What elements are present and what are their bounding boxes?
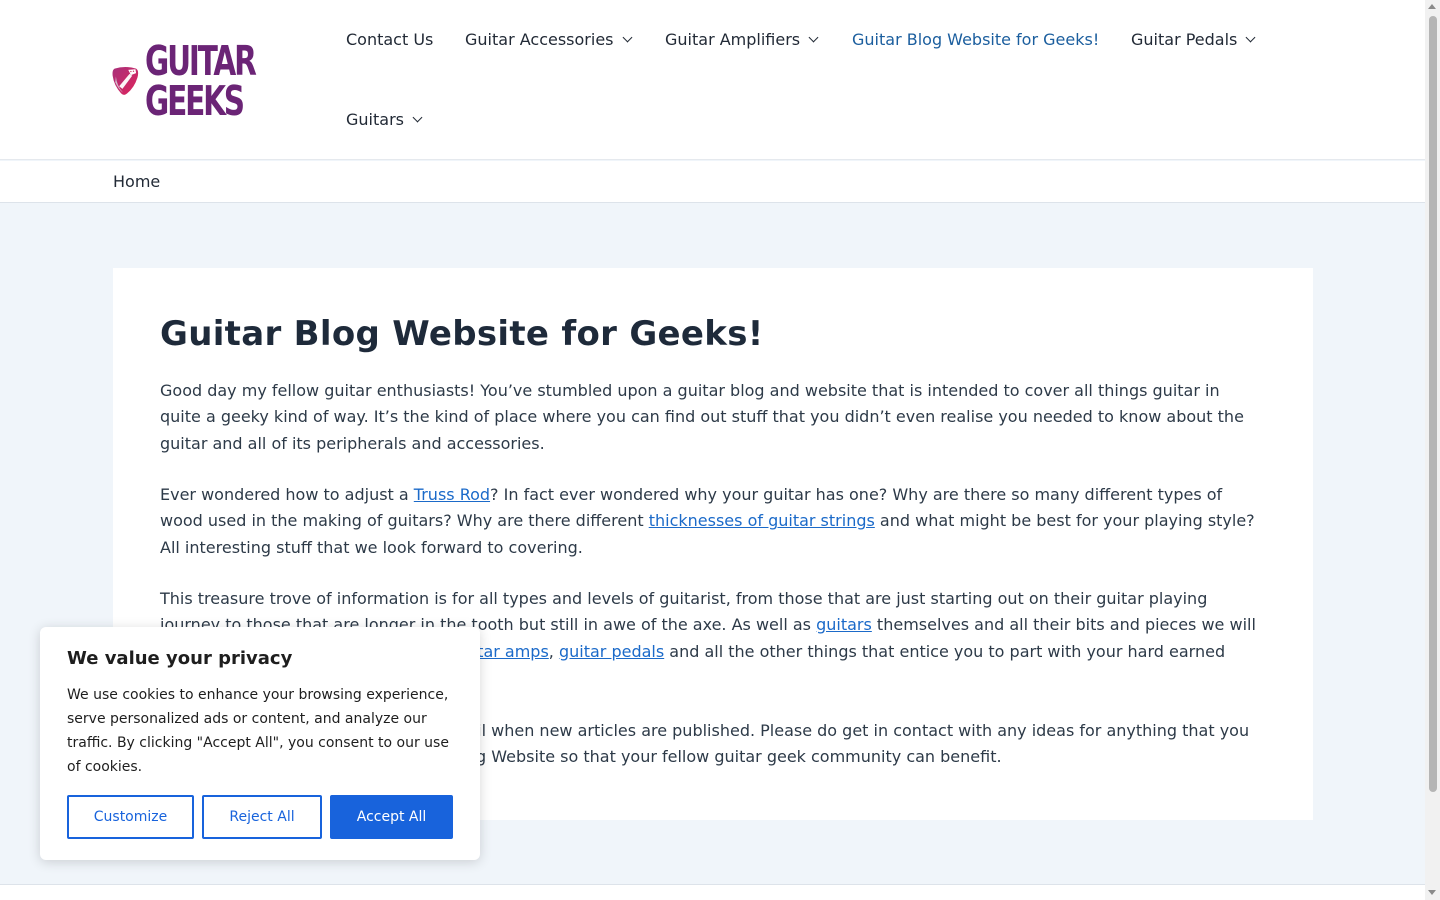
guitars-link[interactable]: guitars [816, 615, 872, 634]
guitar-pedals-link[interactable]: guitar pedals [559, 642, 664, 661]
page-title: Guitar Blog Website for Geeks! [160, 314, 764, 354]
logo-wordmark: GUITAR GEEKS [144, 37, 297, 125]
reject-all-button[interactable]: Reject All [202, 795, 322, 839]
cookie-title: We value your privacy [67, 648, 293, 669]
chevron-down-icon [808, 32, 819, 42]
guitar-strings-link[interactable]: thicknesses of guitar strings [649, 511, 875, 530]
nav-label: Guitar Blog Website for Geeks! [852, 30, 1100, 49]
nav-label: Guitar Pedals [1131, 30, 1238, 49]
cookie-description: We use cookies to enhance your browsing … [67, 687, 449, 775]
page-scrollbar[interactable] [1425, 0, 1440, 900]
scrollbar-thumb[interactable] [1429, 16, 1437, 792]
footer-edge [0, 884, 1425, 900]
nav-label: Contact Us [346, 30, 434, 49]
nav-item-guitars[interactable]: Guitars [346, 110, 423, 129]
nav-item-guitar-accessories[interactable]: Guitar Accessories [465, 30, 632, 49]
truss-rod-link[interactable]: Truss Rod [414, 485, 490, 504]
site-logo[interactable]: GUITAR GEEKS [112, 36, 297, 126]
nav-label: Guitar Accessories [465, 30, 614, 49]
nav-item-guitar-blog[interactable]: Guitar Blog Website for Geeks! [852, 30, 1099, 49]
nav-item-contact-us[interactable]: Contact Us [346, 30, 433, 49]
accept-all-button[interactable]: Accept All [330, 795, 453, 839]
chevron-down-icon [622, 32, 632, 42]
breadcrumb-home[interactable]: Home [113, 172, 160, 191]
text-run: , [548, 641, 559, 661]
nav-item-guitar-pedals[interactable]: Guitar Pedals [1131, 30, 1256, 49]
chevron-down-icon [412, 112, 423, 122]
customize-button[interactable]: Customize [67, 795, 194, 839]
guitar-pick-icon [112, 66, 139, 95]
chevron-down-icon [1245, 32, 1256, 42]
scroll-down-arrow-icon[interactable] [1428, 890, 1436, 895]
paragraph-truss-rod: Ever wondered how to adjust a Truss Rod?… [160, 482, 1265, 561]
intro-paragraph: Good day my fellow guitar enthusiasts! Y… [160, 381, 1244, 453]
logo-line-2: GEEKS [144, 77, 245, 125]
nav-item-guitar-amplifiers[interactable]: Guitar Amplifiers [665, 30, 819, 49]
scroll-up-arrow-icon[interactable] [1428, 4, 1436, 9]
nav-label: Guitar Amplifiers [665, 30, 801, 49]
cookie-consent-banner: We value your privacy We use cookies to … [40, 627, 480, 860]
logo-line-1: GUITAR [144, 37, 257, 85]
text-run: Ever wondered how to adjust a [160, 485, 414, 504]
nav-label: Guitars [346, 110, 404, 129]
breadcrumb: Home [0, 161, 1425, 203]
site-header: GUITAR GEEKS Contact Us Guitar Accessori… [0, 0, 1425, 160]
